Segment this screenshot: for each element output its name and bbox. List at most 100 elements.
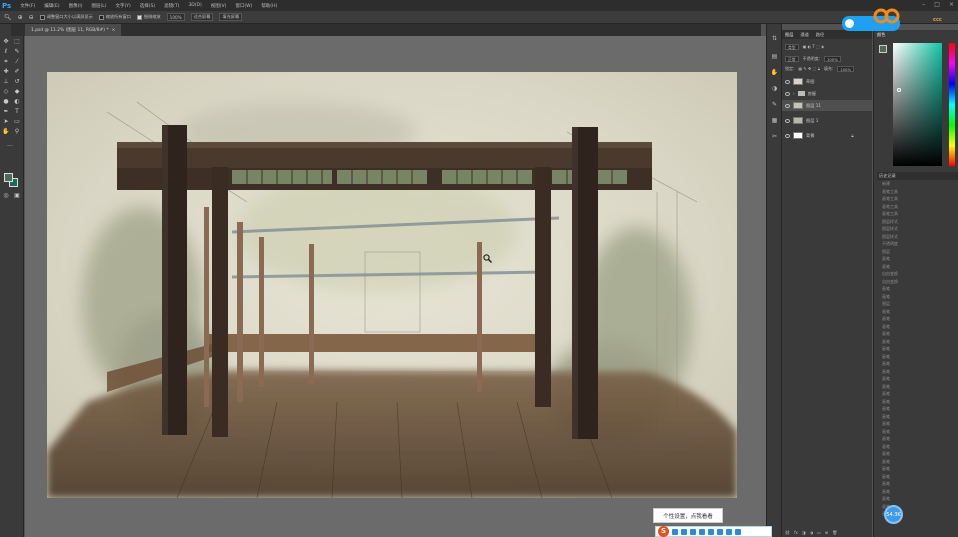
ime-menu-icon[interactable] (735, 528, 741, 535)
chevron-right-icon[interactable]: › (793, 91, 795, 96)
zoom-100-button[interactable]: 100% (166, 13, 185, 21)
history-item[interactable]: 画笔 (882, 495, 952, 502)
screen-mode-icon[interactable]: ▣ (13, 192, 21, 200)
quick-select-icon[interactable]: ✎ (13, 48, 21, 56)
history-item[interactable]: 画笔 (882, 345, 952, 352)
history-item[interactable]: 画笔 (882, 360, 952, 367)
adjustment-layer-icon[interactable]: ◑ (810, 530, 814, 535)
zoom-all-checkbox[interactable]: 缩放所有窗口 (98, 14, 131, 20)
menu-file[interactable]: 文件(F) (20, 3, 35, 9)
link-layers-icon[interactable]: ⛓ (785, 530, 790, 535)
history-item[interactable]: 图层 (882, 248, 952, 255)
history-item[interactable]: 不透明度 (882, 240, 952, 247)
ime-voice-icon[interactable] (699, 528, 705, 535)
history-item[interactable]: 画笔 (882, 330, 952, 337)
document-tab[interactable]: 1.psd @ 11.2% (图层 11, RGB/8#) * × (25, 24, 122, 36)
layer-row[interactable]: 草图 (782, 76, 872, 87)
history-item[interactable]: 画笔 (882, 368, 952, 375)
personalize-tooltip[interactable]: 个性设置，点我看看 (653, 508, 723, 523)
layer-row[interactable]: 图层 1 (782, 115, 872, 126)
history-item[interactable]: 画笔 (882, 420, 952, 427)
menu-window[interactable]: 窗口(W) (235, 3, 252, 9)
history-item[interactable]: 画笔工具 (882, 203, 952, 210)
visibility-eye-icon[interactable] (785, 79, 790, 84)
tool-presets-icon[interactable]: ✂ (770, 132, 779, 141)
more-tools-icon[interactable]: … (6, 141, 14, 149)
history-item[interactable]: 画笔工具 (882, 195, 952, 202)
history-item[interactable]: 新建 (882, 180, 952, 187)
history-item[interactable]: 画笔 (882, 323, 952, 330)
ime-emoji-icon[interactable] (690, 528, 696, 535)
close-icon[interactable]: × (949, 1, 954, 8)
history-item[interactable]: 画笔 (882, 405, 952, 412)
blur-tool-icon[interactable]: ● (2, 98, 10, 106)
history-item[interactable]: 画笔 (882, 353, 952, 360)
history-item[interactable]: 画笔 (882, 390, 952, 397)
canvas-workspace[interactable] (25, 36, 766, 537)
history-item[interactable]: 画笔 (882, 263, 952, 270)
clone-stamp-icon[interactable]: ⊥ (2, 78, 10, 86)
color-picker-handle[interactable] (897, 88, 901, 92)
history-item[interactable]: 画笔 (882, 465, 952, 472)
dodge-tool-icon[interactable]: ◐ (13, 98, 21, 106)
layer-row-selected[interactable]: 图层 11 (782, 100, 872, 111)
menu-3d[interactable]: 3D(D) (188, 3, 201, 8)
history-item[interactable]: 画笔 (882, 338, 952, 345)
crop-tool-icon[interactable]: ⌗ (2, 58, 10, 66)
properties-icon[interactable]: ▤ (770, 52, 779, 61)
tab-channels[interactable]: 通道 (800, 32, 808, 38)
marquee-tool-icon[interactable]: ⬚ (13, 38, 21, 46)
ime-keyboard-icon[interactable] (708, 528, 714, 535)
layer-row-background[interactable]: 背景 🔒︎ (782, 130, 872, 141)
history-item[interactable]: 画笔工具 (882, 210, 952, 217)
blend-mode-select[interactable]: 正常 (785, 55, 799, 62)
resize-windows-checkbox[interactable]: 调整窗口大小以满屏显示 (39, 14, 93, 20)
visibility-eye-icon[interactable] (785, 91, 790, 96)
zoom-tool-icon[interactable]: 🔍︎ (4, 14, 12, 21)
menu-type[interactable]: 文字(Y) (116, 3, 131, 9)
close-tab-icon[interactable]: × (112, 28, 116, 33)
visibility-eye-icon[interactable] (785, 103, 790, 108)
type-tool-icon[interactable]: T (13, 108, 21, 116)
color-fg-chip[interactable] (879, 45, 887, 53)
history-item[interactable]: 画笔 (882, 428, 952, 435)
zoom-in-icon[interactable]: ⊕ (18, 14, 23, 21)
lock-icons[interactable]: ▦ ✎ ✥ ⬚ 🔒︎ (798, 66, 819, 71)
history-brush-icon[interactable]: ↺ (13, 78, 21, 86)
fill-screen-button[interactable]: 填充屏幕 (219, 13, 243, 21)
new-group-icon[interactable]: ▭ (817, 530, 821, 535)
maximize-icon[interactable]: □ (934, 1, 940, 8)
swatches-icon[interactable]: ▦ (770, 116, 779, 125)
zoom-out-icon[interactable]: ⊖ (29, 14, 34, 21)
history-item[interactable]: 画笔 (882, 315, 952, 322)
hue-slider[interactable] (949, 43, 955, 166)
pen-tool-icon[interactable]: ✒ (2, 108, 10, 116)
floating-speed-bubble[interactable]: 54.3K (884, 505, 903, 524)
history-item[interactable]: 画笔 (882, 443, 952, 450)
history-item[interactable]: 画笔 (882, 488, 952, 495)
adjustments-icon[interactable]: ◑ (770, 84, 779, 93)
tab-paths[interactable]: 路径 (816, 32, 824, 38)
history-item[interactable]: 画笔 (882, 450, 952, 457)
visibility-eye-icon[interactable] (785, 118, 790, 123)
menu-view[interactable]: 视图(V) (211, 3, 227, 9)
lasso-tool-icon[interactable]: ℓ (2, 48, 10, 56)
history-item[interactable]: 画笔 (882, 458, 952, 465)
opacity-field[interactable]: 100% (823, 55, 841, 62)
menu-select[interactable]: 选择(S) (140, 3, 155, 9)
ime-tools-icon[interactable] (726, 528, 732, 535)
history-panel-icon[interactable]: ⇅ (770, 34, 779, 43)
history-item[interactable]: 自由变换 (882, 278, 952, 285)
history-item[interactable]: 图层样式 (882, 233, 952, 240)
eraser-tool-icon[interactable]: ◇ (2, 88, 10, 96)
paint-bucket-icon[interactable]: ◆ (13, 88, 21, 96)
history-item[interactable]: 画笔工具 (882, 188, 952, 195)
minimize-icon[interactable]: – (922, 1, 925, 8)
zoom-tool-icon-2[interactable]: ⚲ (13, 128, 21, 136)
brush-tool-icon[interactable]: ✐ (13, 68, 21, 76)
sogou-ime-icon[interactable]: S (658, 526, 669, 537)
history-item[interactable]: 画笔 (882, 383, 952, 390)
history-item[interactable]: 画笔 (882, 285, 952, 292)
ime-skin-icon[interactable] (717, 528, 723, 535)
history-item[interactable]: 自由变换 (882, 270, 952, 277)
